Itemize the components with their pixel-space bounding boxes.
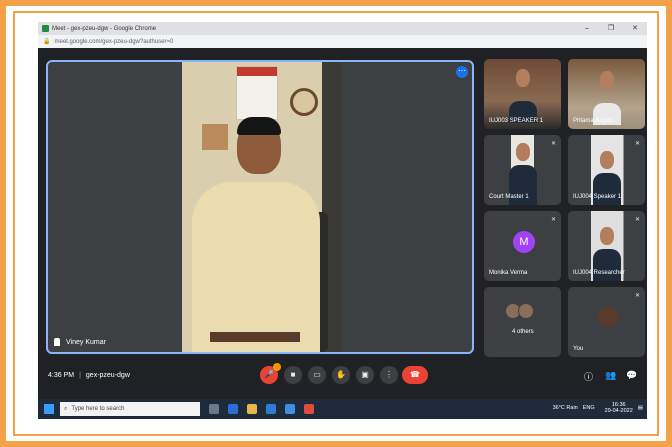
participant-face xyxy=(516,69,530,87)
windows-taskbar: ⌕ Type here to search 36°C Rain ENG 16:3… xyxy=(38,399,647,419)
participant-tile[interactable]: Pritama Bagchi xyxy=(568,59,645,129)
microphone-button[interactable]: 🎤 xyxy=(260,363,281,384)
participant-label: IUJ004 Speaker 1 xyxy=(573,194,622,200)
participant-label: Court Master 1 xyxy=(489,194,529,200)
edge-icon[interactable] xyxy=(228,404,238,414)
window-title: Meet - gex-pzeu-dgw - Google Chrome xyxy=(52,25,157,32)
participant-tile[interactable]: ✕ You xyxy=(568,287,645,357)
control-bar: 4:36 PM | gex-pzeu-dgw 🎤 ■ ▭ ✋ ▣ ⋮ ☎ ⓘ 👥… xyxy=(38,358,647,396)
mic-off-icon: ✕ xyxy=(550,217,556,223)
participant-face xyxy=(516,143,530,161)
task-view-icon[interactable] xyxy=(209,404,219,414)
window-controls: – ❐ ✕ xyxy=(575,22,647,35)
avatar xyxy=(598,307,618,327)
present-button[interactable]: ▣ xyxy=(356,366,374,384)
pin-icon xyxy=(54,338,60,346)
participant-tile[interactable]: ✕ Court Master 1 xyxy=(484,135,561,205)
main-participant-name: Viney Kumar xyxy=(66,338,106,346)
participant-tile[interactable]: ✕ IUJ004 Speaker 1 xyxy=(568,135,645,205)
participant-suit xyxy=(593,173,621,205)
mail-icon[interactable] xyxy=(285,404,295,414)
participant-label: IUJ003 SPEAKER 1 xyxy=(489,118,544,124)
lock-icon: 🔒 xyxy=(43,39,51,45)
camera-button[interactable]: ■ xyxy=(284,366,302,384)
info-icon[interactable]: ⓘ xyxy=(584,370,593,383)
weather-text[interactable]: 36°C Rain xyxy=(553,405,578,411)
participant-label: Monika Verma xyxy=(489,270,528,276)
participant-label: Pritama Bagchi xyxy=(573,118,614,124)
meeting-info: 4:36 PM | gex-pzeu-dgw xyxy=(48,372,130,379)
leave-call-button[interactable]: ☎ xyxy=(402,366,428,384)
close-button[interactable]: ✕ xyxy=(623,22,647,35)
speaker-belt xyxy=(210,332,300,342)
wall-shelf xyxy=(202,124,228,150)
participant-label: 4 others xyxy=(512,329,534,335)
others-avatars xyxy=(505,303,534,319)
browser-window: Meet - gex-pzeu-dgw - Google Chrome – ❐ … xyxy=(38,22,647,419)
mic-off-icon: ✕ xyxy=(550,141,556,147)
taskbar-clock[interactable]: 16:36 29-04-2022 xyxy=(600,402,633,414)
avatar: M xyxy=(513,231,535,253)
main-video-tile[interactable]: ⋯ Viney Kumar xyxy=(46,60,474,354)
people-icon[interactable]: 👥 xyxy=(605,370,616,381)
url-text[interactable]: meet.google.com/gex-pzeu-dgw?authuser=0 xyxy=(54,39,173,45)
taskbar-date: 29-04-2022 xyxy=(604,408,633,414)
meeting-code: gex-pzeu-dgw xyxy=(85,372,130,379)
raise-hand-button[interactable]: ✋ xyxy=(332,366,350,384)
speaker-hair xyxy=(237,117,281,135)
file-explorer-icon[interactable] xyxy=(247,404,257,414)
notification-icon[interactable]: ▤ xyxy=(638,405,643,411)
participant-face xyxy=(600,71,614,89)
main-tile-nameplate: Viney Kumar xyxy=(54,338,106,346)
more-options-icon[interactable]: ⋯ xyxy=(456,66,468,78)
participant-tile[interactable]: M ✕ Monika Verma xyxy=(484,211,561,281)
participant-face xyxy=(600,151,614,169)
address-bar[interactable]: 🔒 meet.google.com/gex-pzeu-dgw?authuser=… xyxy=(38,35,647,48)
meet-favicon-icon xyxy=(42,25,49,32)
participant-label: IUJ004 Researcher xyxy=(573,270,625,276)
mic-off-icon: ✕ xyxy=(634,293,640,299)
restore-button[interactable]: ❐ xyxy=(599,22,623,35)
separator: | xyxy=(79,372,81,379)
mic-off-icon: ✕ xyxy=(634,141,640,147)
meet-stage: ⋯ Viney Kumar IUJ003 SPEAKER 1 Pritama B… xyxy=(38,48,647,399)
title-bar: Meet - gex-pzeu-dgw - Google Chrome – ❐ … xyxy=(38,22,647,35)
wall-clock xyxy=(290,88,318,116)
minimize-button[interactable]: – xyxy=(575,22,599,35)
participant-face xyxy=(600,227,614,245)
language-indicator[interactable]: ENG xyxy=(583,405,595,411)
store-icon[interactable] xyxy=(266,404,276,414)
taskbar-search-box[interactable]: ⌕ Type here to search xyxy=(60,402,200,416)
participant-suit xyxy=(593,249,621,281)
taskbar-search-placeholder: Type here to search xyxy=(71,406,125,412)
participant-tile[interactable]: IUJ003 SPEAKER 1 xyxy=(484,59,561,129)
speaker-body xyxy=(192,182,320,352)
participant-tile[interactable]: 4 others xyxy=(484,287,561,357)
chat-icon[interactable]: 💬 xyxy=(626,370,637,381)
notification-badge xyxy=(273,363,281,371)
wall-calendar xyxy=(236,66,278,120)
search-icon: ⌕ xyxy=(64,405,68,412)
chrome-icon[interactable] xyxy=(304,404,314,414)
mic-off-icon: ✕ xyxy=(634,217,640,223)
participant-tile[interactable]: ✕ IUJ004 Researcher xyxy=(568,211,645,281)
participant-label: You xyxy=(573,346,584,352)
system-tray: 36°C Rain ENG 16:36 29-04-2022 ▤ xyxy=(548,402,643,414)
captions-button[interactable]: ▭ xyxy=(308,366,326,384)
more-options-button[interactable]: ⋮ xyxy=(380,366,398,384)
meeting-time: 4:36 PM xyxy=(48,372,75,379)
main-video-feed xyxy=(182,62,342,352)
windows-start-icon[interactable] xyxy=(44,404,54,414)
